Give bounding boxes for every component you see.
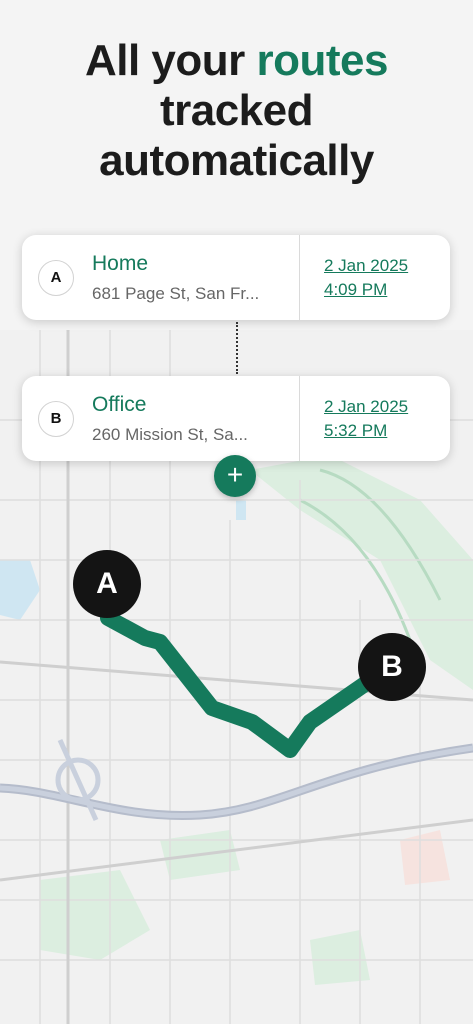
stop-time-a[interactable]: 4:09 PM — [324, 278, 450, 302]
headline-prefix: All your — [84, 36, 257, 85]
stop-date-a[interactable]: 2 Jan 2025 — [324, 254, 450, 278]
plus-icon: + — [226, 459, 244, 490]
map-pin-a[interactable]: A — [73, 550, 141, 618]
stop-badge-a: A — [38, 259, 74, 296]
stop-date-b[interactable]: 2 Jan 2025 — [324, 395, 450, 419]
stop-datetime-b[interactable]: 2 Jan 2025 5:32 PM — [300, 376, 450, 461]
stop-card-a[interactable]: A Home 681 Page St, San Fr... 2 Jan 2025… — [22, 235, 450, 320]
add-stop-button[interactable]: + — [214, 455, 256, 497]
stop-place-b: Office — [92, 392, 147, 416]
stop-address-a: 681 Page St, San Fr... — [92, 283, 260, 303]
stop-time-b[interactable]: 5:32 PM — [324, 419, 450, 443]
stop-connector — [236, 322, 238, 374]
headline-accent: routes — [256, 36, 389, 85]
map-pin-b[interactable]: B — [358, 633, 426, 701]
stop-datetime-a[interactable]: 2 Jan 2025 4:09 PM — [300, 235, 450, 320]
headline-line3: automatically — [99, 136, 374, 185]
stop-badge-b: B — [38, 400, 74, 437]
stop-place-a: Home — [92, 251, 149, 275]
headline-line2: tracked — [159, 86, 314, 135]
headline: All your routes tracked automatically — [0, 36, 473, 186]
stop-address-b: 260 Mission St, Sa... — [92, 424, 248, 444]
stop-card-b[interactable]: B Office 260 Mission St, Sa... 2 Jan 202… — [22, 376, 450, 461]
